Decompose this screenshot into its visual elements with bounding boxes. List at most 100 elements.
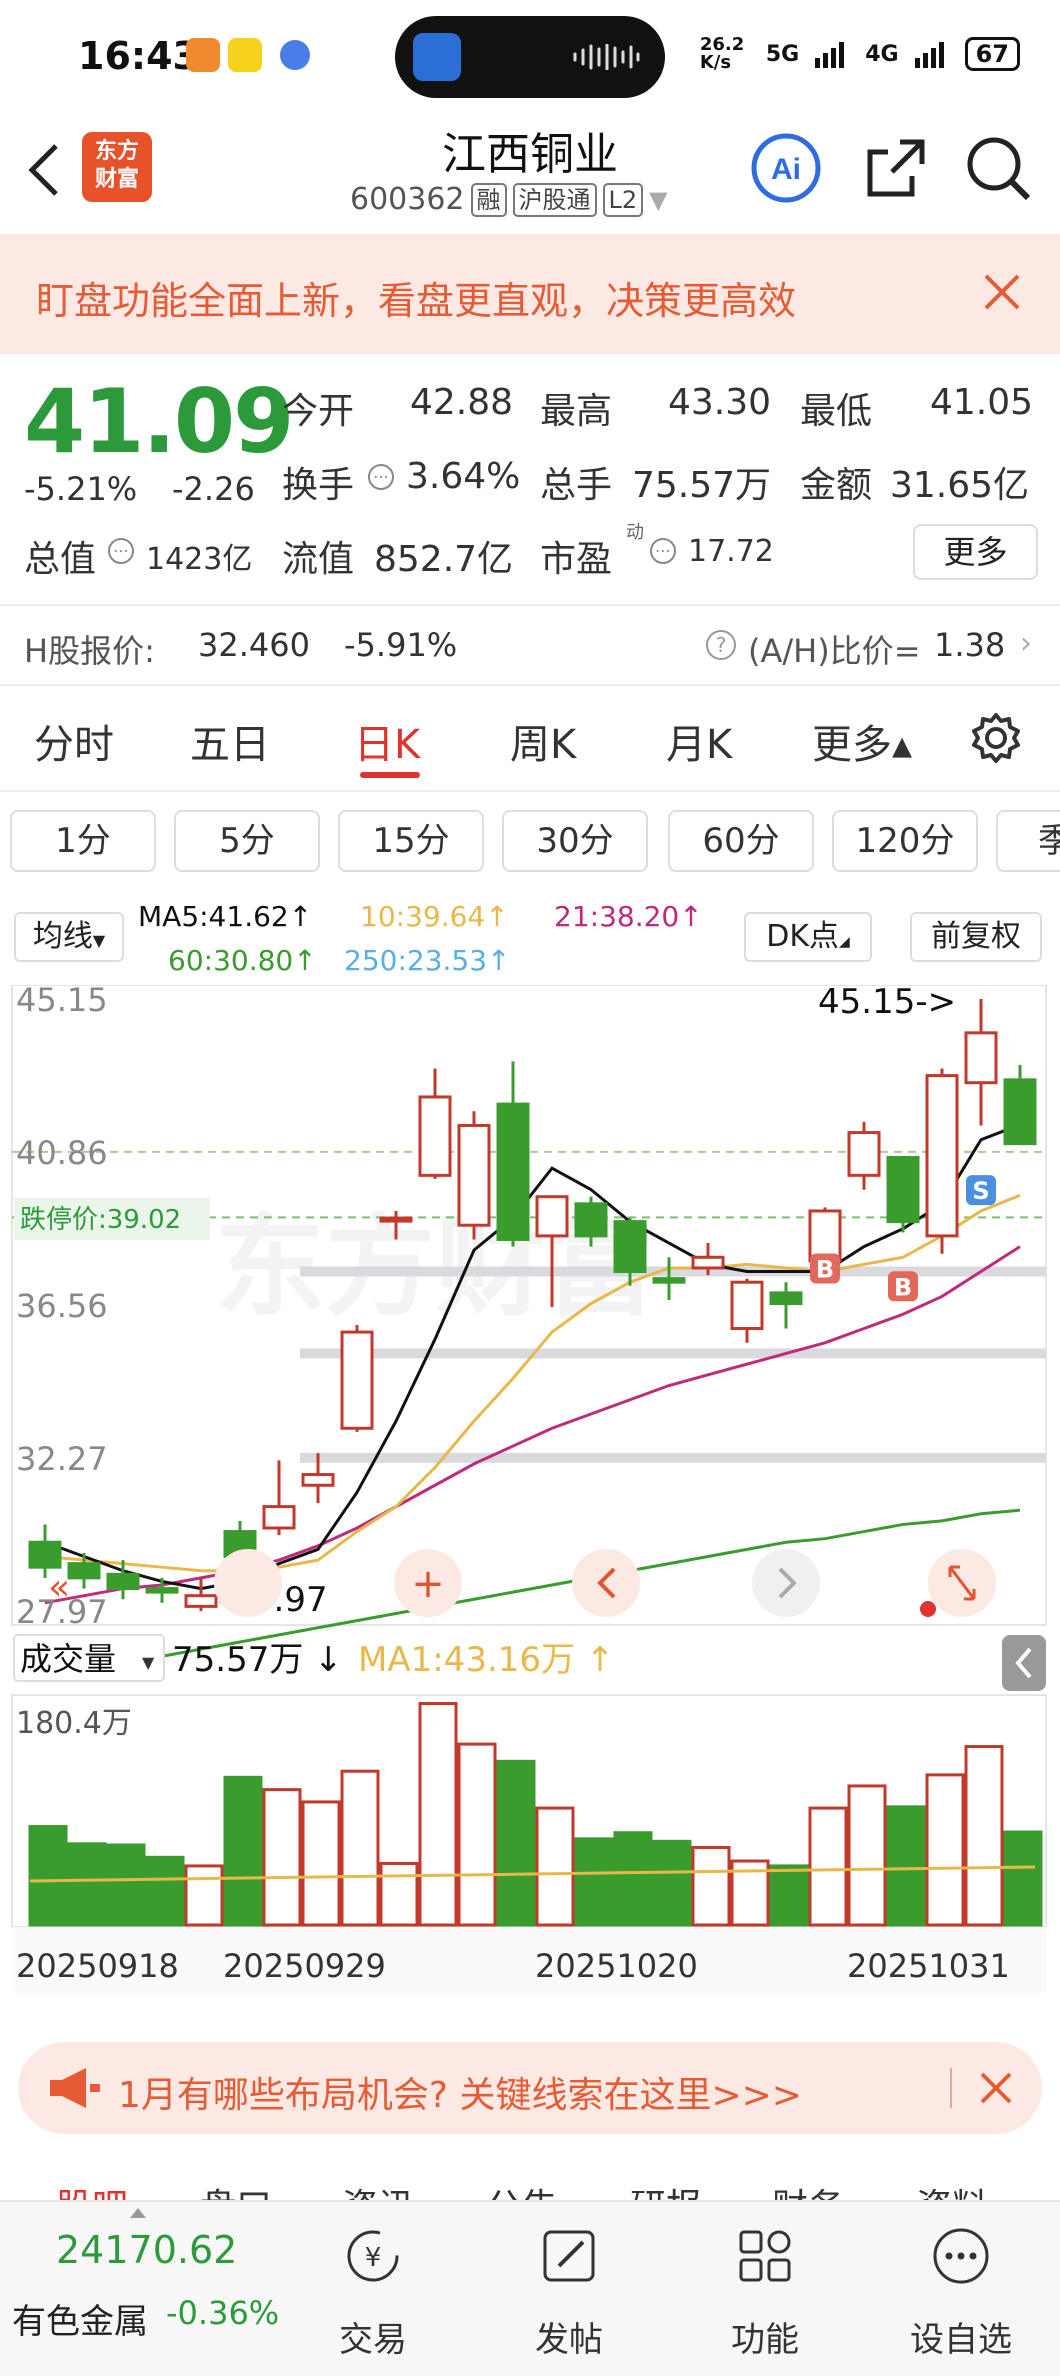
promo-banner[interactable]: 1月有哪些布局机会? 关键线索在这里>>> xyxy=(18,2042,1042,2134)
info-icon[interactable]: ⋯ xyxy=(368,464,394,490)
date-label: 20251020 xyxy=(535,1947,698,1985)
period-120min[interactable]: 120分 xyxy=(832,810,978,872)
feature-banner[interactable]: 盯盘功能全面上新，看盘更直观，决策更高效 xyxy=(0,234,1060,354)
limit-down-label: 跌停价:39.02 xyxy=(20,1205,181,1235)
chevron-right-icon[interactable]: › xyxy=(1020,626,1032,661)
y-tick-label: 36.56 xyxy=(16,1287,108,1325)
subtab-guba[interactable]: 股吧 xyxy=(56,2178,128,2200)
adjust-button[interactable]: 前复权 xyxy=(910,912,1042,962)
share-icon[interactable] xyxy=(860,132,932,204)
ma21-value: 21:38.20↑ xyxy=(554,900,703,933)
pe-label: 市盈 xyxy=(540,539,613,580)
collapse-button[interactable] xyxy=(1002,1635,1046,1691)
trade-marker-label: B xyxy=(894,1273,912,1301)
battery-icon: 67 xyxy=(964,37,1020,71)
nav-trade-label: 交易 xyxy=(339,2320,407,2360)
subtab-pankou[interactable]: 盘口 xyxy=(200,2178,272,2200)
ma5-value: MA5:41.62↑ xyxy=(138,900,313,933)
scroll-right-button[interactable] xyxy=(752,1549,820,1617)
turnover-label: 换手 xyxy=(282,465,355,506)
period-quarter[interactable]: 季 xyxy=(996,810,1060,872)
divider xyxy=(950,2068,952,2108)
status-indicators: 26.2 K/s 5G 4G 67 xyxy=(700,36,1020,72)
corner-arrow-icon: ◢ xyxy=(839,934,850,950)
clock: 16:43 xyxy=(78,34,199,78)
double-left-icon[interactable]: « xyxy=(48,1567,70,1608)
close-icon[interactable] xyxy=(976,2068,1016,2108)
hshare-pct: -5.91% xyxy=(344,626,458,664)
ah-label[interactable]: (A/H)比价= xyxy=(748,626,921,672)
connect-tag: 沪股通 xyxy=(512,182,597,217)
dk-point-button[interactable]: DK点◢ xyxy=(744,912,872,962)
subtab-notice[interactable]: 公告 xyxy=(486,2178,558,2200)
more-button[interactable]: 更多 xyxy=(913,524,1038,580)
ai-icon[interactable]: Ai xyxy=(750,132,822,204)
candle-body xyxy=(574,1202,608,1238)
candle-body xyxy=(145,1587,179,1594)
dropdown-arrow-icon: ▼ xyxy=(649,185,668,214)
more-dots-icon xyxy=(933,2228,989,2284)
tab-daily-k[interactable]: 日K xyxy=(354,712,420,770)
dropdown-arrow-icon: ▼ xyxy=(92,931,106,950)
volume-bar xyxy=(613,1831,653,1927)
mktcap-label: 总值 xyxy=(24,539,97,580)
info-icon[interactable]: ⋯ xyxy=(650,538,676,564)
zoom-out-button[interactable] xyxy=(214,1549,282,1617)
index-value[interactable]: 24170.62 xyxy=(56,2228,237,2272)
candle-body xyxy=(613,1220,647,1274)
period-60min[interactable]: 60分 xyxy=(668,810,814,872)
period-15min[interactable]: 15分 xyxy=(338,810,484,872)
tab-5day[interactable]: 五日 xyxy=(190,712,270,770)
divider xyxy=(0,684,1060,686)
stock-header: 东方财富 江西铜业 600362 融 沪股通 L2 ▼ Ai xyxy=(0,110,1060,234)
high-value: 43.30 xyxy=(668,382,772,423)
subtab-news[interactable]: 资讯 xyxy=(342,2178,414,2200)
scroll-left-button[interactable] xyxy=(572,1549,640,1617)
stock-code-row[interactable]: 600362 融 沪股通 L2 ▼ xyxy=(350,182,668,217)
margin-tag: 融 xyxy=(470,182,507,217)
high-label: 最高 xyxy=(540,391,613,432)
close-icon[interactable] xyxy=(980,270,1024,314)
candle-body xyxy=(262,1505,296,1530)
volume-bar xyxy=(223,1775,263,1927)
help-icon[interactable]: ? xyxy=(706,630,736,660)
settings-gear-icon[interactable] xyxy=(970,712,1022,764)
subtab-research[interactable]: 研报 xyxy=(630,2178,702,2200)
tab-weekly-k[interactable]: 周K xyxy=(510,712,576,770)
float-value: 852.7亿 xyxy=(374,539,514,580)
candle-body xyxy=(964,1031,998,1085)
volume-label: 成交量 xyxy=(20,1640,116,1678)
candle-body xyxy=(847,1131,881,1177)
support-zone xyxy=(300,1348,1046,1359)
heart-app-icon xyxy=(186,38,220,72)
net-speed: 26.2 K/s xyxy=(699,34,745,73)
tab-more[interactable]: 更多▴ xyxy=(812,712,912,770)
subtab-finance[interactable]: 财务 xyxy=(772,2178,844,2200)
search-icon[interactable] xyxy=(962,132,1034,204)
mktcap-value: 1423亿 xyxy=(146,542,253,577)
candle-body xyxy=(418,1095,452,1177)
info-icon[interactable]: ⋯ xyxy=(108,538,134,564)
volume-bar xyxy=(184,1864,224,1927)
nav-post-label: 发帖 xyxy=(535,2320,603,2360)
index-pct: -0.36% xyxy=(166,2294,280,2332)
volume-bar xyxy=(1003,1830,1043,1927)
kline-chart[interactable]: 东方财富 45.1540.8636.5632.2727.97 跌停价:39.02… xyxy=(0,985,1060,2025)
ma-selector[interactable]: 均线▼ xyxy=(14,912,124,962)
meituan-icon xyxy=(228,38,262,72)
open-label: 今开 xyxy=(282,391,355,432)
period-5min[interactable]: 5分 xyxy=(174,810,320,872)
tab-intraday[interactable]: 分时 xyxy=(34,712,114,770)
tab-monthly-k[interactable]: 月K xyxy=(666,712,732,770)
subtab-profile[interactable]: 资料 xyxy=(916,2178,988,2200)
period-1min[interactable]: 1分 xyxy=(10,810,156,872)
signal-4g: 4G xyxy=(865,41,899,67)
period-30min[interactable]: 30分 xyxy=(502,810,648,872)
dk-point-label: DK点 xyxy=(766,919,839,954)
volume-bar xyxy=(28,1825,68,1927)
volume-bar xyxy=(691,1845,731,1927)
candle-body xyxy=(496,1102,530,1241)
volume-value: 75.57万 ↓ xyxy=(172,1640,343,1680)
low-label: 最低 xyxy=(800,391,873,432)
app-icon xyxy=(280,40,310,70)
